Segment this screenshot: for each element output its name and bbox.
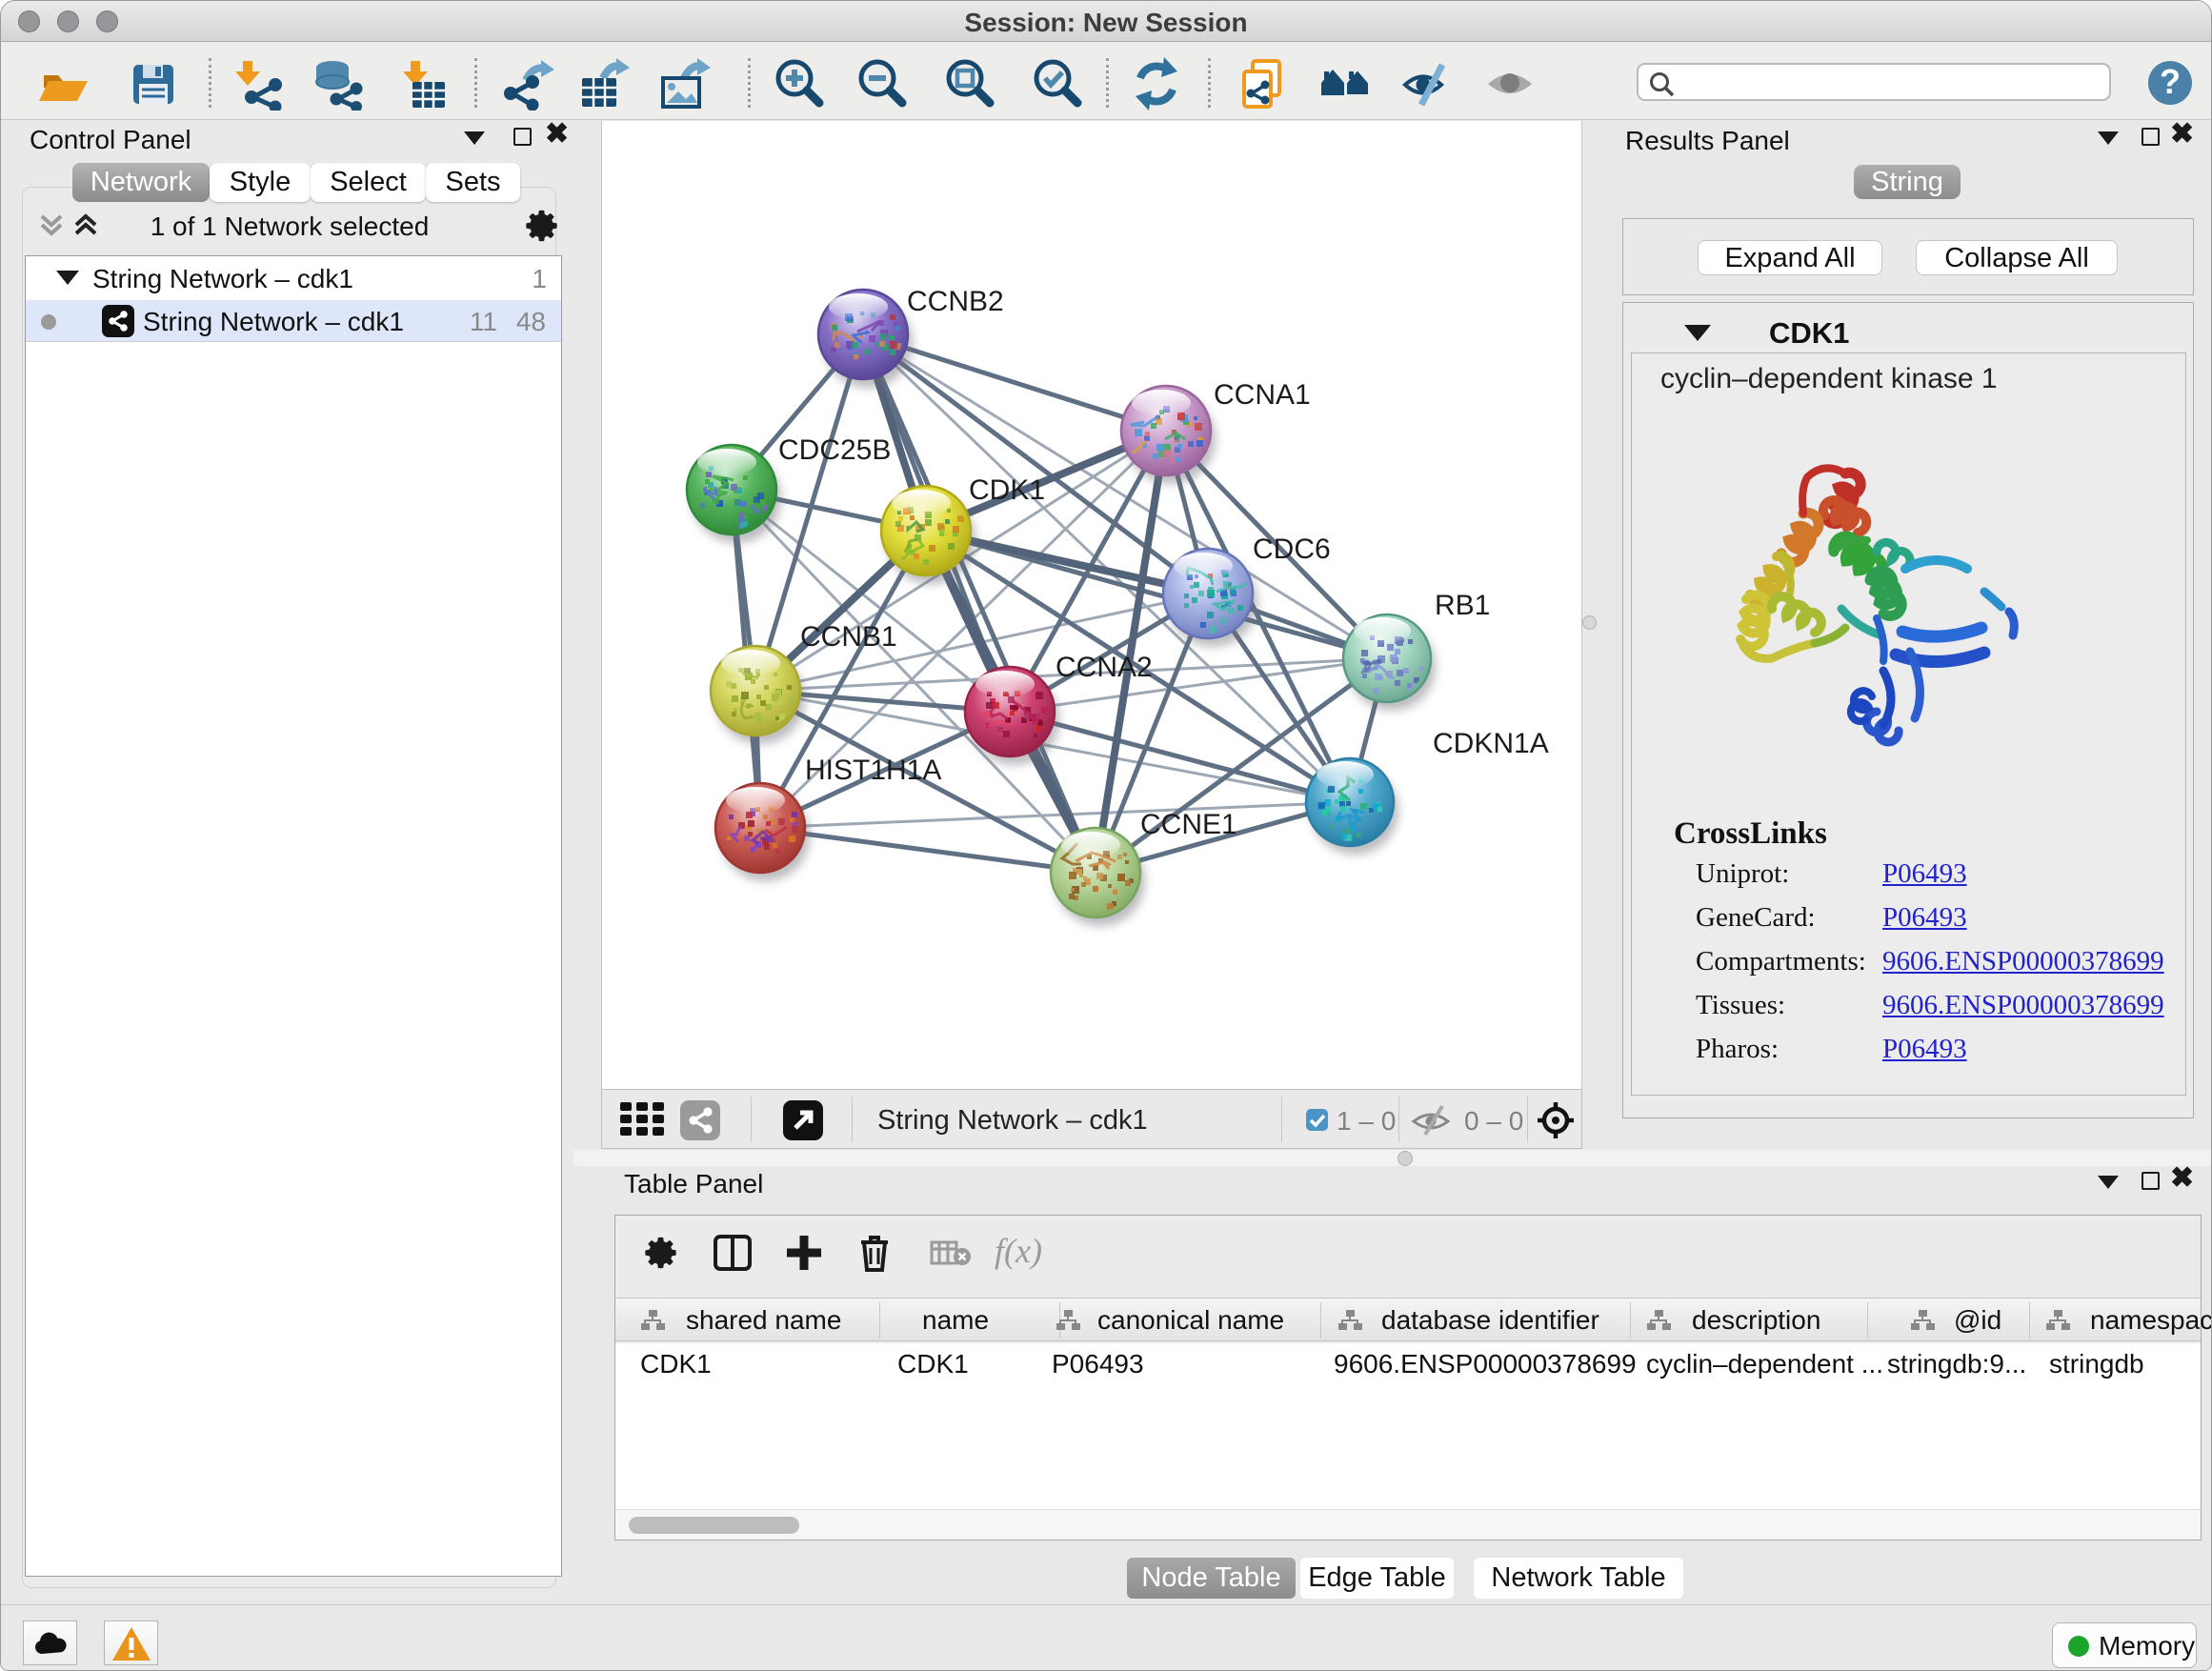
svg-text:CDC6: CDC6 xyxy=(1253,534,1331,565)
svg-text:CDKN1A: CDKN1A xyxy=(1433,728,1549,759)
svg-text:HIST1H1A: HIST1H1A xyxy=(805,755,941,786)
svg-text:RB1: RB1 xyxy=(1435,590,1490,621)
svg-text:CCNB2: CCNB2 xyxy=(907,286,1004,317)
svg-text:CDC25B: CDC25B xyxy=(778,434,891,466)
svg-text:CCNA1: CCNA1 xyxy=(1214,379,1311,411)
svg-text:?: ? xyxy=(2160,62,2181,101)
svg-text:CDK1: CDK1 xyxy=(969,474,1045,506)
svg-text:CCNA2: CCNA2 xyxy=(1056,652,1153,683)
svg-text:CCNE1: CCNE1 xyxy=(1140,809,1237,840)
svg-text:CCNB1: CCNB1 xyxy=(800,621,897,653)
